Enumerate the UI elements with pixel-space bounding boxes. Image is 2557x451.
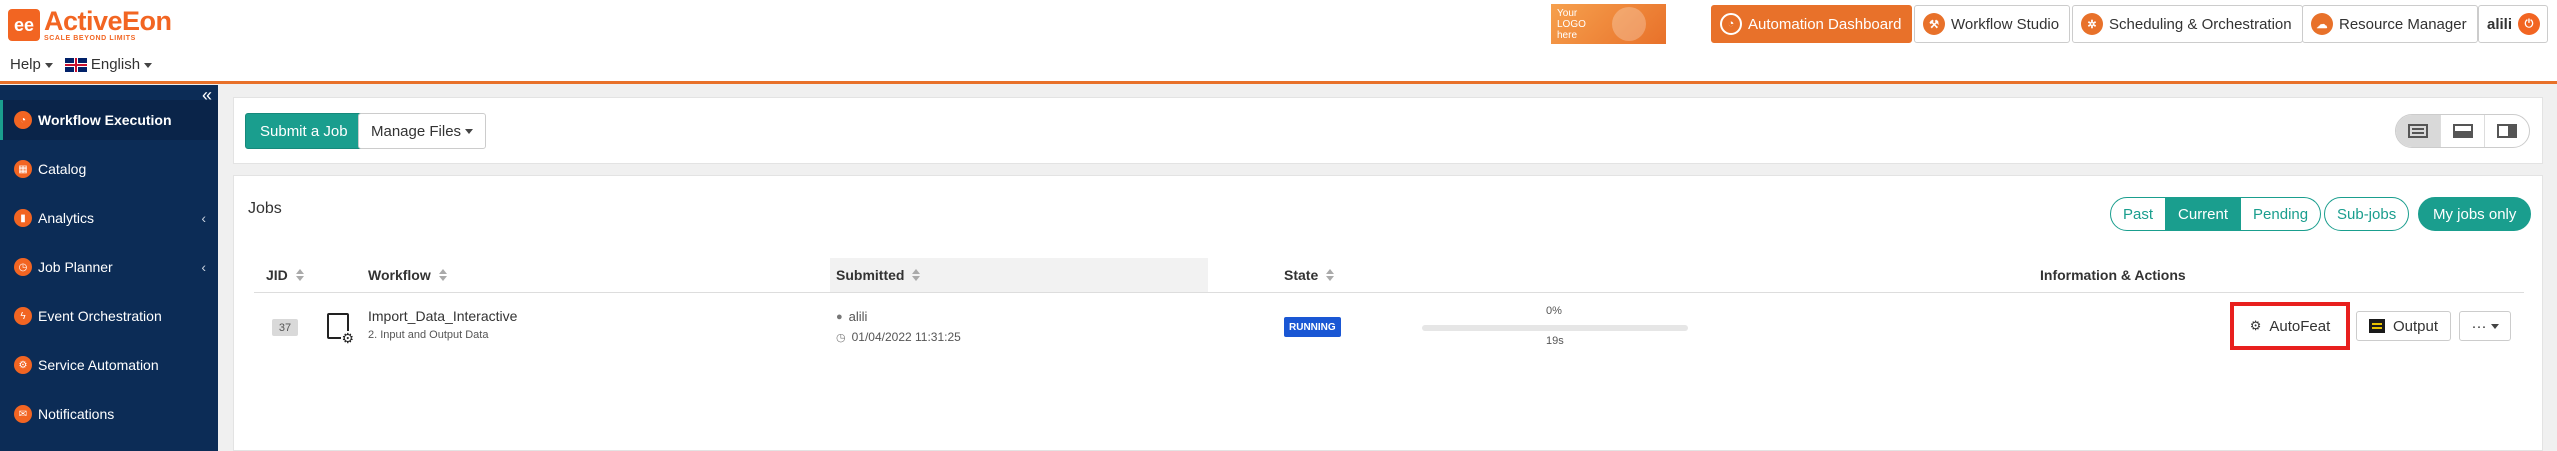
sidebar-item-service-automation[interactable]: ⚙ Service Automation <box>0 345 218 385</box>
column-header-state[interactable]: State <box>1284 258 1335 292</box>
uk-flag-icon <box>64 57 87 72</box>
my-jobs-only-toggle[interactable]: My jobs only <box>2418 197 2532 231</box>
filter-past-button[interactable]: Past <box>2110 197 2167 231</box>
progress-percent: 0% <box>1546 305 1562 317</box>
sidebar-item-workflow-execution[interactable]: ◔ Workflow Execution <box>0 100 218 140</box>
column-header-submitted[interactable]: Submitted <box>836 258 921 292</box>
catalog-icon: ▦ <box>14 160 32 178</box>
filter-current-button[interactable]: Current <box>2166 197 2242 231</box>
activeeon-logo[interactable]: ee ActiveEon SCALE BEYOND LIMITS <box>8 8 172 42</box>
service-automation-icon: ⚙ <box>14 356 32 374</box>
chevron-left-icon: ‹ <box>201 259 206 275</box>
status-badge: RUNNING <box>1284 317 1341 337</box>
sort-icon <box>438 269 447 281</box>
job-owner: alili <box>848 309 868 324</box>
clock-icon: ◷ <box>836 331 846 344</box>
scheduler-icon: ✲ <box>2081 13 2103 35</box>
workflow-execution-icon: ◔ <box>14 111 32 129</box>
job-duration: 19s <box>1546 335 1564 347</box>
nav-resource-manager[interactable]: ☁ Resource Manager <box>2302 5 2478 43</box>
brand-tagline: SCALE BEYOND LIMITS <box>44 35 136 42</box>
nav-workflow-studio[interactable]: ⚒ Workflow Studio <box>1914 5 2071 43</box>
logout-icon[interactable]: ⏻ <box>2518 13 2541 35</box>
top-header: ee ActiveEon SCALE BEYOND LIMITS Help En… <box>0 0 2557 84</box>
workflow-name[interactable]: Import_Data_Interactive <box>368 308 517 324</box>
username: alili <box>2487 15 2513 33</box>
chevron-down-icon <box>465 128 474 134</box>
autofeat-button[interactable]: ⚙ AutoFeat <box>2230 302 2350 350</box>
chevron-down-icon <box>2490 323 2499 329</box>
workflow-bucket: 2. Input and Output Data <box>368 329 489 341</box>
column-header-workflow[interactable]: Workflow <box>368 258 447 292</box>
view-bottom-panel-button[interactable] <box>2441 115 2486 147</box>
sidebar: « ◔ Workflow Execution ▦ Catalog ▮ Analy… <box>0 85 218 451</box>
sidebar-item-event-orchestration[interactable]: ϟ Event Orchestration <box>0 296 218 336</box>
autofeat-icon: ⚙ <box>2249 318 2262 333</box>
job-id-badge: 37 <box>272 319 298 336</box>
language-menu[interactable]: English <box>91 56 153 73</box>
job-status-filter: Past Current Pending <box>2110 197 2322 231</box>
column-header-information-actions: Information & Actions <box>2040 267 2186 283</box>
custom-logo-placeholder: Your LOGO here <box>1551 4 1666 44</box>
view-full-button[interactable] <box>2396 115 2441 147</box>
user-icon: ● <box>836 310 843 323</box>
terminal-icon <box>2369 319 2385 333</box>
resource-manager-icon: ☁ <box>2311 13 2333 35</box>
header-divider <box>254 292 2524 293</box>
sub-jobs-toggle[interactable]: Sub-jobs <box>2324 197 2410 231</box>
submitted-time: 01/04/2022 11:31:25 <box>851 330 961 344</box>
sort-icon <box>295 269 304 281</box>
help-menu[interactable]: Help <box>10 56 53 73</box>
sidebar-item-job-planner[interactable]: ◷ Job Planner ‹ <box>0 247 218 287</box>
filter-pending-button[interactable]: Pending <box>2241 197 2322 231</box>
chevron-down-icon <box>144 62 153 68</box>
sidebar-item-catalog[interactable]: ▦ Catalog <box>0 149 218 189</box>
chevron-left-icon: ‹ <box>201 210 206 226</box>
sidebar-item-notifications[interactable]: ✉ Notifications <box>0 394 218 434</box>
chevron-down-icon <box>44 62 53 68</box>
notifications-icon: ✉ <box>14 405 32 423</box>
submit-job-button[interactable]: Submit a Job <box>245 113 363 149</box>
output-button[interactable]: Output <box>2356 311 2452 341</box>
dashboard-gauge-icon: ◔ <box>1720 13 1742 35</box>
jobs-title: Jobs <box>248 200 282 217</box>
event-orchestration-icon: ϟ <box>14 307 32 325</box>
nav-automation-dashboard[interactable]: ◔ Automation Dashboard <box>1711 5 1913 43</box>
sidebar-item-analytics[interactable]: ▮ Analytics ‹ <box>0 198 218 238</box>
workflow-icon <box>327 313 354 345</box>
analytics-icon: ▮ <box>14 209 32 227</box>
layout-bottom-icon <box>2452 124 2473 138</box>
toolbar-panel <box>233 97 2543 164</box>
studio-icon: ⚒ <box>1923 13 1945 35</box>
nav-scheduling-orchestration[interactable]: ✲ Scheduling & Orchestration <box>2072 5 2303 43</box>
column-header-jid[interactable]: JID <box>266 258 304 292</box>
sort-icon <box>1326 269 1335 281</box>
progress-bar <box>1422 325 1688 331</box>
manage-files-button[interactable]: Manage Files <box>358 113 487 149</box>
logo-placeholder-graphic <box>1612 7 1646 41</box>
view-right-panel-button[interactable] <box>2485 115 2529 147</box>
sort-icon <box>912 269 921 281</box>
more-actions-button[interactable]: ··· <box>2459 311 2511 341</box>
activeeon-logo-icon: ee <box>8 9 40 41</box>
user-menu[interactable]: alili ⏻ <box>2478 5 2548 43</box>
layout-right-icon <box>2497 124 2518 138</box>
brand-name: ActiveEon <box>44 6 172 36</box>
view-layout-switcher <box>2395 114 2530 148</box>
layout-full-icon <box>2407 124 2428 138</box>
job-planner-icon: ◷ <box>14 258 32 276</box>
